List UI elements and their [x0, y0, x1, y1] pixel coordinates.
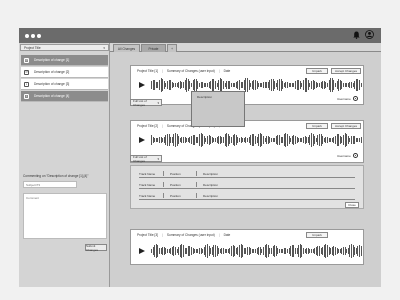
- track-name-cell: Track Name: [139, 182, 156, 187]
- position-cell: Position: [170, 182, 181, 187]
- waveform[interactable]: [151, 244, 362, 258]
- table-row[interactable]: Track Name Position Description: [139, 170, 355, 178]
- sidebar-item-change-3[interactable]: ▪ Description of change [3]: [21, 79, 108, 90]
- close-button[interactable]: Close: [345, 202, 359, 208]
- change-card: Project Title [3] | Summary of Changes (…: [130, 229, 364, 265]
- card-header: Project Title [3] | Summary of Changes (…: [137, 233, 230, 237]
- arrow-icon: ↺: [24, 57, 29, 63]
- chevron-down-icon: ▾: [157, 156, 159, 161]
- waveform-bar: [360, 136, 362, 144]
- sidebar-item-label: Description of change [4]: [34, 94, 70, 98]
- divider: |: [218, 233, 220, 237]
- play-icon[interactable]: [139, 137, 145, 143]
- window-titlebar: [19, 28, 381, 43]
- project-select-label: Project Title: [24, 45, 41, 50]
- tab-private[interactable]: Private: [141, 44, 166, 52]
- sidebar-item-label: Description of change [1]: [34, 58, 70, 62]
- chevron-down-icon: ▾: [103, 45, 105, 50]
- main-panel: All Changes Private + Project Title [1] …: [110, 43, 381, 287]
- accept-changes-button[interactable]: Accept Changes: [331, 123, 361, 129]
- change-card: Project Title [2] | Summary of Changes (…: [130, 120, 364, 163]
- sidebar-item-label: Description of change [2]: [34, 70, 70, 74]
- waveform-bar: [360, 245, 362, 257]
- track-name-cell: Track Name: [139, 171, 156, 176]
- card-user: Username: [337, 153, 358, 158]
- username-label: Username: [337, 153, 351, 158]
- divider: [196, 182, 197, 187]
- subject-input[interactable]: [23, 181, 77, 188]
- play-icon[interactable]: [139, 82, 145, 88]
- sidebar-item-change-2[interactable]: ↺ Description of change [2]: [21, 67, 108, 78]
- bell-icon[interactable]: [353, 31, 360, 39]
- window-maximize-control[interactable]: [37, 34, 41, 38]
- waveform-bar: [360, 83, 362, 87]
- track-name-cell: Track Name: [139, 193, 156, 198]
- card-project-title: Project Title [2]: [137, 124, 159, 128]
- square-icon: ▪: [24, 93, 29, 99]
- divider: |: [162, 233, 163, 237]
- description-cell: Description: [203, 193, 219, 198]
- user-icon: [352, 96, 358, 101]
- sidebar-item-change-4[interactable]: ▪ Description of change [4]: [21, 91, 108, 102]
- window-minimize-control[interactable]: [31, 34, 35, 38]
- tab-bar: All Changes Private +: [110, 43, 381, 52]
- submit-changes-button[interactable]: Submit Changes: [85, 244, 107, 252]
- play-icon[interactable]: [139, 248, 145, 254]
- unpark-button[interactable]: Unpark: [306, 123, 328, 129]
- card-header: Project Title [1] | Summary of Changes (…: [137, 69, 230, 73]
- divider: [163, 171, 164, 176]
- divider: [163, 193, 164, 198]
- sidebar: Project Title ▾ ↺ Description of change …: [19, 43, 110, 287]
- comment-textarea[interactable]: [23, 193, 107, 239]
- divider: [196, 193, 197, 198]
- card-summary: Summary of Changes (user input): [166, 233, 215, 237]
- divider: [196, 171, 197, 176]
- card-summary: Summary of Changes (user input): [166, 69, 215, 73]
- divider: |: [162, 69, 163, 73]
- card-date: Date: [223, 233, 231, 237]
- unpark-button[interactable]: Unpark: [306, 68, 328, 74]
- tab-all-changes[interactable]: All Changes: [113, 44, 140, 52]
- divider: |: [162, 124, 163, 128]
- chevron-down-icon: ▾: [157, 100, 159, 105]
- dropdown-label: Full List of Changes: [133, 154, 147, 163]
- user-avatar-icon[interactable]: [365, 30, 374, 39]
- arrow-icon: ↺: [24, 69, 29, 75]
- sidebar-item-change-1[interactable]: ↺ Description of change [1]: [21, 55, 108, 66]
- username-label: Username: [337, 96, 351, 101]
- card-user: Username: [337, 96, 358, 101]
- divider: |: [218, 69, 220, 73]
- position-cell: Position: [170, 171, 181, 176]
- description-cell: Description: [203, 182, 219, 187]
- unpark-button[interactable]: Unpark: [306, 232, 328, 238]
- window-close-control[interactable]: [25, 34, 29, 38]
- card-project-title: Project Title [1]: [137, 69, 159, 73]
- user-icon: [352, 153, 358, 158]
- dropdown-label: Full List of Changes: [133, 98, 147, 107]
- comment-target-label: Commenting on "Description of change [1]…: [23, 174, 89, 178]
- project-select[interactable]: Project Title ▾: [20, 44, 109, 51]
- position-cell: Position: [170, 193, 181, 198]
- accept-changes-button[interactable]: Accept Changes: [331, 68, 361, 74]
- sidebar-item-label: Description of change [3]: [34, 82, 70, 86]
- table-row[interactable]: Track Name Position Description: [139, 192, 355, 200]
- add-tab-button[interactable]: +: [167, 44, 177, 52]
- description-popup: Description: [191, 91, 245, 127]
- changes-table-panel: Track Name Position Description Track Na…: [130, 165, 364, 209]
- table-row[interactable]: Track Name Position Description: [139, 181, 355, 189]
- card-project-title: Project Title [3]: [137, 233, 159, 237]
- card-date: Date: [223, 69, 231, 73]
- waveform[interactable]: [151, 78, 362, 92]
- full-list-dropdown[interactable]: Full List of Changes ▾: [130, 98, 162, 107]
- change-card: Project Title [1] | Summary of Changes (…: [130, 65, 364, 105]
- waveform[interactable]: [151, 133, 362, 147]
- description-cell: Description: [203, 171, 219, 176]
- square-icon: ▪: [24, 81, 29, 87]
- full-list-dropdown[interactable]: Full List of Changes ▾: [130, 154, 162, 163]
- divider: [163, 182, 164, 187]
- popup-label: Description: [197, 95, 213, 99]
